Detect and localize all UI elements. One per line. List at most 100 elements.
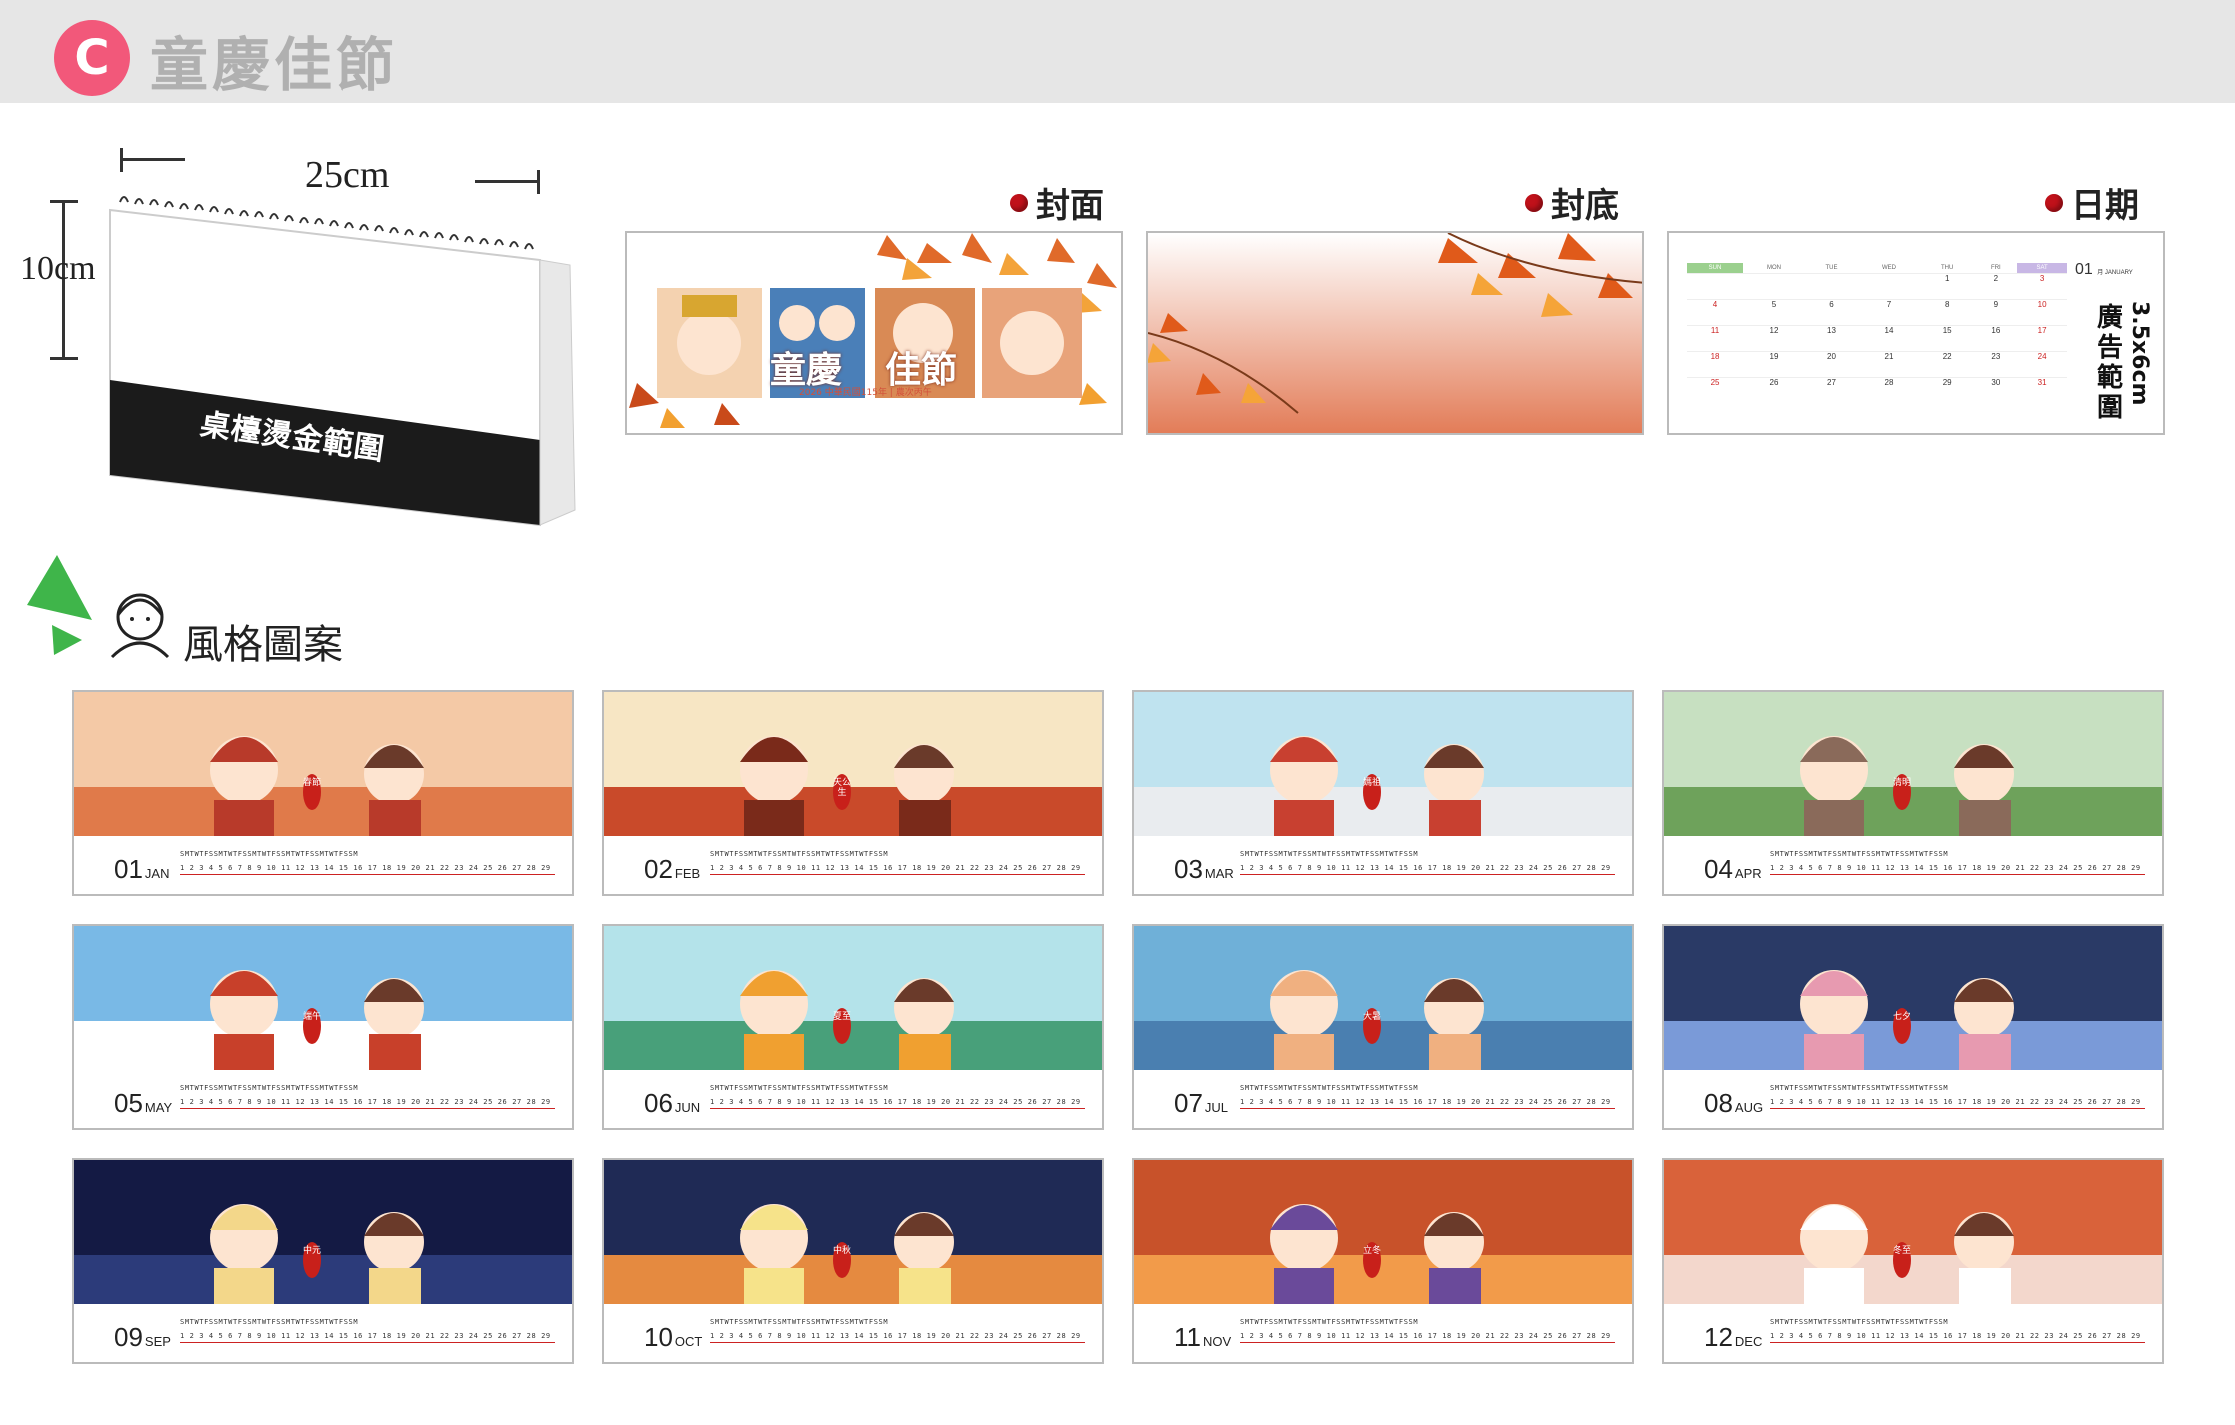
day-row: 1 2 3 4 5 6 7 8 9 10 11 12 13 14 15 16 1… <box>1770 864 2145 872</box>
date-cell <box>1804 272 1858 299</box>
month-illustration: 天公生 <box>604 692 1102 836</box>
day-row: 1 2 3 4 5 6 7 8 9 10 11 12 13 14 15 16 1… <box>1240 1098 1615 1106</box>
month-number: 06 JUN <box>644 1088 701 1118</box>
date-cell: 21 <box>1858 350 1920 377</box>
date-divider <box>710 874 1085 875</box>
month-number: 08 AUG <box>1704 1088 1764 1118</box>
girl-doodle-icon <box>110 593 170 659</box>
month-illustration: 端午 <box>74 926 572 1070</box>
festival-badge: 大暑 <box>1362 1012 1381 1022</box>
date-cell: 1 <box>1919 272 1975 299</box>
date-cell: 16 <box>1974 324 2018 351</box>
month-number: 12 DEC <box>1704 1322 1763 1352</box>
festival-badge: 端午 <box>302 1012 321 1022</box>
date-cell: 20 <box>1804 350 1858 377</box>
weekday-header: TUE <box>1825 264 1838 271</box>
weekday-row: SMTWTFSSMTWTFSSMTWTFSSMTWTFSSMTWTFSSM <box>180 1084 359 1092</box>
weekday-header: FRI <box>1991 264 2001 271</box>
date-cell: 17 <box>2017 324 2067 351</box>
date-cell: 5 <box>1743 298 1805 325</box>
festival-badge: 天公生 <box>832 778 851 798</box>
month-footer: 06 JUN SMTWTFSSMTWTFSSMTWTFSSMTWTFSSMTWTFS… <box>604 1070 1102 1128</box>
date-cell: 2 <box>1974 272 2018 299</box>
weekday-row: SMTWTFSSMTWTFSSMTWTFSSMTWTFSSMTWTFSSM <box>710 850 889 858</box>
weekday-row: SMTWTFSSMTWTFSSMTWTFSSMTWTFSSMTWTFSSM <box>1240 1084 1419 1092</box>
cover-label: 封面 <box>1010 178 1104 227</box>
month-illustration: 夏至 <box>604 926 1102 1070</box>
date-cell: 13 <box>1804 324 1858 351</box>
date-cell: 12 <box>1743 324 1805 351</box>
date-cell: 6 <box>1804 298 1858 325</box>
date-divider <box>710 1342 1085 1343</box>
day-row: 1 2 3 4 5 6 7 8 9 10 11 12 13 14 15 16 1… <box>180 1332 555 1340</box>
date-divider <box>180 874 555 875</box>
month-footer: 08 AUG SMTWTFSSMTWTFSSMTWTFSSMTWTFSSMTWTFS… <box>1664 1070 2162 1128</box>
date-divider <box>1240 1108 1615 1109</box>
date-cell: 22 <box>1919 350 1975 377</box>
date-cell: 18 <box>1687 350 1744 377</box>
date-divider <box>1240 874 1615 875</box>
festival-badge: 七夕 <box>1892 1012 1911 1022</box>
month-footer: 11 NOV SMTWTFSSMTWTFSSMTWTFSSMTWTFSSMTWTFS… <box>1134 1304 1632 1362</box>
weekday-row: SMTWTFSSMTWTFSSMTWTFSSMTWTFSSMTWTFSSM <box>180 1318 359 1326</box>
weekday-header: THU <box>1941 264 1954 271</box>
day-row: 1 2 3 4 5 6 7 8 9 10 11 12 13 14 15 16 1… <box>710 864 1085 872</box>
date-cell: 29 <box>1919 376 1975 403</box>
month-number: 03 MAR <box>1174 854 1234 884</box>
green-triangle-icon <box>27 555 92 655</box>
day-row: 1 2 3 4 5 6 7 8 9 10 11 12 13 14 15 16 1… <box>710 1098 1085 1106</box>
date-cell <box>1858 272 1920 299</box>
festival-badge: 中元 <box>302 1246 321 1256</box>
date-cell: 19 <box>1743 350 1805 377</box>
section-header: C 童慶佳節 <box>0 0 2235 103</box>
weekday-row: SMTWTFSSMTWTFSSMTWTFSSMTWTFSSMTWTFSSM <box>1240 850 1419 858</box>
festival-badge: 清明 <box>1892 778 1911 788</box>
date-preview: SUN MON TUE WED THU FRI SAT 1 2 3 4 5 6 7 8 9 10 11 12 13 1… <box>1667 231 2165 435</box>
date-cell: 30 <box>1974 376 2018 403</box>
weekday-row: SMTWTFSSMTWTFSSMTWTFSSMTWTFSSMTWTFSSM <box>1770 850 1949 858</box>
height-label: 10cm <box>20 250 96 287</box>
date-cell: 4 <box>1687 298 1744 325</box>
back-preview <box>1146 231 1644 435</box>
month-footer: 02 FEB SMTWTFSSMTWTFSSMTWTFSSMTWTFSSMTWTFS… <box>604 836 1102 894</box>
date-cell: 23 <box>1974 350 2018 377</box>
day-row: 1 2 3 4 5 6 7 8 9 10 11 12 13 14 15 16 1… <box>1770 1098 2145 1106</box>
date-cell: 3 <box>2017 272 2067 299</box>
month-number: 11 NOV <box>1174 1322 1232 1352</box>
month-number: 02 FEB <box>644 854 701 884</box>
date-divider <box>180 1342 555 1343</box>
weekday-header: MON <box>1766 264 1781 271</box>
date-cell: 28 <box>1858 376 1920 403</box>
date-cell: 15 <box>1919 324 1975 351</box>
date-divider <box>180 1108 555 1109</box>
date-cell <box>1687 272 1744 299</box>
day-row: 1 2 3 4 5 6 7 8 9 10 11 12 13 14 15 16 1… <box>710 1332 1085 1340</box>
day-row: 1 2 3 4 5 6 7 8 9 10 11 12 13 14 15 16 1… <box>180 1098 555 1106</box>
date-cell: 8 <box>1919 298 1975 325</box>
ad-size-label: 3.5x6cm <box>2127 301 2152 406</box>
festival-badge: 立冬 <box>1362 1246 1381 1256</box>
month-footer: 03 MAR SMTWTFSSMTWTFSSMTWTFSSMTWTFSSMTWTFS… <box>1134 836 1632 894</box>
month-card-04: 清明 04 APR SMTWTFSSMTWTFSSMTWTFSSMTWTFSSMTWT… <box>1662 690 2164 896</box>
weekday-row: SMTWTFSSMTWTFSSMTWTFSSMTWTFSSMTWTFSSM <box>1770 1318 1949 1326</box>
date-grid: SUN MON TUE WED THU FRI SAT 1 2 3 4 5 6 7 8 9 10 11 12 13 1… <box>1687 263 2067 403</box>
month-card-03: 媽祖 03 MAR SMTWTFSSMTWTFSSMTWTFSSMTWTFSSMTWT… <box>1132 690 1634 896</box>
date-label: 日期 <box>2045 178 2139 227</box>
month-card-11: 立冬 11 NOV SMTWTFSSMTWTFSSMTWTFSSMTWTFSSMTWT… <box>1132 1158 1634 1364</box>
month-illustration: 中元 <box>74 1160 572 1304</box>
month-footer: 09 SEP SMTWTFSSMTWTFSSMTWTFSSMTWTFSSMTWTFS… <box>74 1304 572 1362</box>
date-divider <box>1770 874 2145 875</box>
festival-badge: 夏至 <box>832 1012 851 1022</box>
month-illustration: 七夕 <box>1664 926 2162 1070</box>
cover-subtitle: 2026 中華民國115年 | 農次丙午 <box>799 388 932 398</box>
month-illustration: 媽祖 <box>1134 692 1632 836</box>
style-section-title: 風格圖案 <box>183 622 343 668</box>
month-card-10: 中秋 10 OCT SMTWTFSSMTWTFSSMTWTFSSMTWTFSSMTWT… <box>602 1158 1104 1364</box>
date-divider <box>1770 1342 2145 1343</box>
month-card-06: 夏至 06 JUN SMTWTFSSMTWTFSSMTWTFSSMTWTFSSMTWT… <box>602 924 1104 1130</box>
month-number: 05 MAY <box>114 1088 173 1118</box>
month-number: 07 JUL <box>1174 1088 1229 1118</box>
month-illustration: 立冬 <box>1134 1160 1632 1304</box>
festival-badge: 媽祖 <box>1362 778 1381 788</box>
date-cell: 25 <box>1687 376 1744 403</box>
